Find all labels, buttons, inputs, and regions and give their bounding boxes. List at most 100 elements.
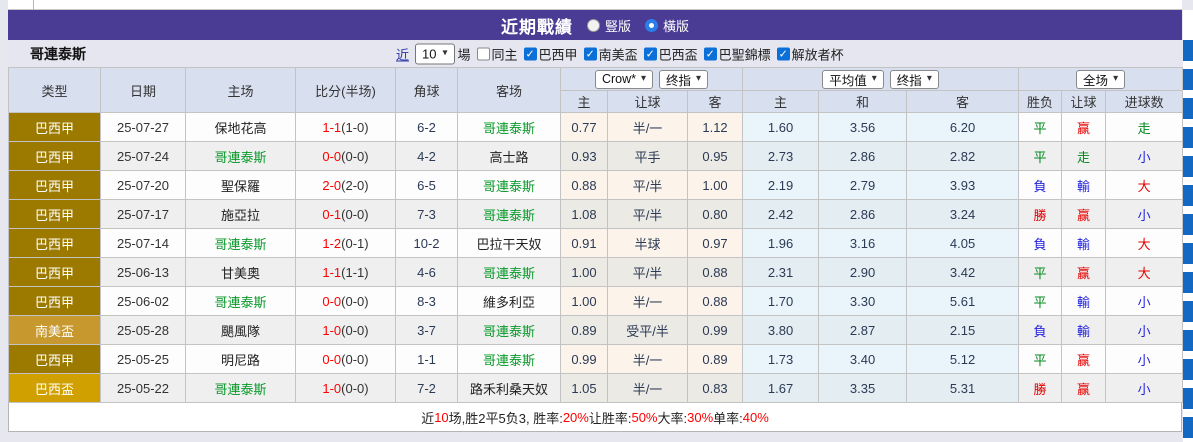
- away-team: 哥連泰斯: [458, 345, 561, 374]
- league-badge: 巴西盃: [9, 374, 101, 403]
- half-time-score: (0-0): [341, 207, 368, 222]
- same-home-checkbox[interactable]: [477, 47, 490, 60]
- edge-block: [1183, 156, 1193, 177]
- edge-block: [1183, 214, 1193, 235]
- chevron-down-icon: ▾: [1113, 74, 1118, 84]
- edge-block: [1183, 359, 1193, 380]
- avg-stage-select[interactable]: 终指▾: [890, 70, 939, 89]
- goals-result: 小: [1106, 316, 1183, 345]
- radio-vertical-layout[interactable]: 豎版: [587, 16, 631, 35]
- corner-count: 3-7: [396, 316, 458, 345]
- goals-result: 大: [1106, 229, 1183, 258]
- match-row: 巴西甲25-05-25明尼路0-0(0-0)1-1哥連泰斯0.99半/一0.89…: [9, 345, 1183, 374]
- corner-count: 6-2: [396, 113, 458, 142]
- match-row: 巴西甲25-07-17施亞拉0-1(0-0)7-3哥連泰斯1.08平/半0.80…: [9, 200, 1183, 229]
- odds-stage-select[interactable]: 终指▾: [659, 70, 708, 89]
- league-badge: 南美盃: [9, 316, 101, 345]
- league-badge: 巴西甲: [9, 229, 101, 258]
- result-group-header: 全场▾: [1019, 68, 1183, 91]
- full-time-score: 1-1: [322, 120, 341, 135]
- league-filters: 巴西甲南美盃巴西盃巴聖錦標解放者杯: [518, 44, 844, 63]
- avg-draw: 2.79: [819, 171, 907, 200]
- recent-label[interactable]: 近: [396, 44, 409, 63]
- odds-home: 0.91: [561, 229, 608, 258]
- avg-home: 2.31: [743, 258, 819, 287]
- title-bar: 近期戰績 豎版 橫版: [8, 10, 1182, 40]
- radio-vertical-label: 豎版: [605, 16, 631, 35]
- away-team: 哥連泰斯: [458, 171, 561, 200]
- away-team: 哥連泰斯: [458, 316, 561, 345]
- handicap-line: 半球: [608, 229, 688, 258]
- summary-row: 近10场,胜2平5负3, 胜率:20% 让胜率:50% 大率:30% 单率:40…: [8, 403, 1182, 432]
- odds-away: 0.80: [688, 200, 743, 229]
- match-row: 巴西盃25-05-22哥連泰斯1-0(0-0)7-2路禾利桑天奴1.05半/一0…: [9, 374, 1183, 403]
- col-header-date: 日期: [101, 68, 186, 113]
- score-cell: 1-2(0-1): [296, 229, 396, 258]
- avg-select[interactable]: 平均值▾: [822, 70, 884, 89]
- col-header-home: 主场: [186, 68, 296, 113]
- league-checkbox-3[interactable]: [704, 47, 717, 60]
- full-time-score: 1-0: [322, 323, 341, 338]
- summary-segment: 单率:: [713, 408, 743, 427]
- summary-segment: 40%: [743, 410, 769, 425]
- avg-home: 1.73: [743, 345, 819, 374]
- recent-count-value: 10: [422, 46, 436, 61]
- half-time-score: (2-0): [341, 178, 368, 193]
- avg-home: 1.70: [743, 287, 819, 316]
- half-time-score: (1-1): [341, 265, 368, 280]
- avg-home: 1.96: [743, 229, 819, 258]
- league-checkbox-4[interactable]: [777, 47, 790, 60]
- avg-away: 5.31: [907, 374, 1019, 403]
- period-select[interactable]: 全场▾: [1076, 70, 1125, 89]
- home-team: 甘美奧: [186, 258, 296, 287]
- radio-horizontal-layout[interactable]: 橫版: [645, 16, 689, 35]
- half-time-score: (1-0): [341, 120, 368, 135]
- league-checkbox-0[interactable]: [524, 47, 537, 60]
- avg-away: 3.24: [907, 200, 1019, 229]
- match-result: 平: [1019, 345, 1062, 374]
- home-team: 哥連泰斯: [186, 142, 296, 171]
- full-time-score: 2-0: [322, 178, 341, 193]
- col-header-avg-home: 主: [743, 91, 819, 113]
- match-date: 25-05-28: [101, 316, 186, 345]
- home-team: 聖保羅: [186, 171, 296, 200]
- handicap-result: 輸: [1062, 171, 1106, 200]
- league-label-0: 巴西甲: [539, 44, 578, 63]
- avg-draw: 3.56: [819, 113, 907, 142]
- league-badge: 巴西甲: [9, 200, 101, 229]
- edge-block: [1183, 40, 1193, 61]
- avg-draw: 2.86: [819, 200, 907, 229]
- league-checkbox-2[interactable]: [644, 47, 657, 60]
- odds-away: 0.89: [688, 345, 743, 374]
- avg-away: 4.05: [907, 229, 1019, 258]
- bookmaker-select[interactable]: Crow*▾: [595, 70, 653, 89]
- score-cell: 0-0(0-0): [296, 142, 396, 171]
- league-badge: 巴西甲: [9, 287, 101, 316]
- league-checkbox-1[interactable]: [584, 47, 597, 60]
- edge-block: [1183, 301, 1193, 322]
- avg-group-header: 平均值▾ 终指▾: [743, 68, 1019, 91]
- edge-block: [1183, 98, 1193, 119]
- avg-home: 2.42: [743, 200, 819, 229]
- recent-count-select[interactable]: 10 ▾: [415, 43, 455, 64]
- corner-count: 7-2: [396, 374, 458, 403]
- match-result: 平: [1019, 113, 1062, 142]
- radio-selected-icon[interactable]: [645, 19, 658, 32]
- handicap-line: 半/一: [608, 345, 688, 374]
- handicap-line: 平/半: [608, 200, 688, 229]
- match-date: 25-07-24: [101, 142, 186, 171]
- edge-block: [1183, 243, 1193, 264]
- half-time-score: (0-0): [341, 149, 368, 164]
- home-team: 哥連泰斯: [186, 374, 296, 403]
- match-result: 負: [1019, 316, 1062, 345]
- summary-segment: 场,胜2平5负3, 胜率:: [449, 408, 563, 427]
- handicap-line: 半/一: [608, 113, 688, 142]
- chevron-down-icon: ▾: [641, 74, 646, 84]
- full-time-score: 0-0: [322, 149, 341, 164]
- away-team: 哥連泰斯: [458, 258, 561, 287]
- col-header-handicap-result: 让球: [1062, 91, 1106, 113]
- radio-unselected-icon[interactable]: [587, 19, 600, 32]
- matches-label: 場: [458, 44, 471, 63]
- match-result: 負: [1019, 229, 1062, 258]
- odds-home: 0.88: [561, 171, 608, 200]
